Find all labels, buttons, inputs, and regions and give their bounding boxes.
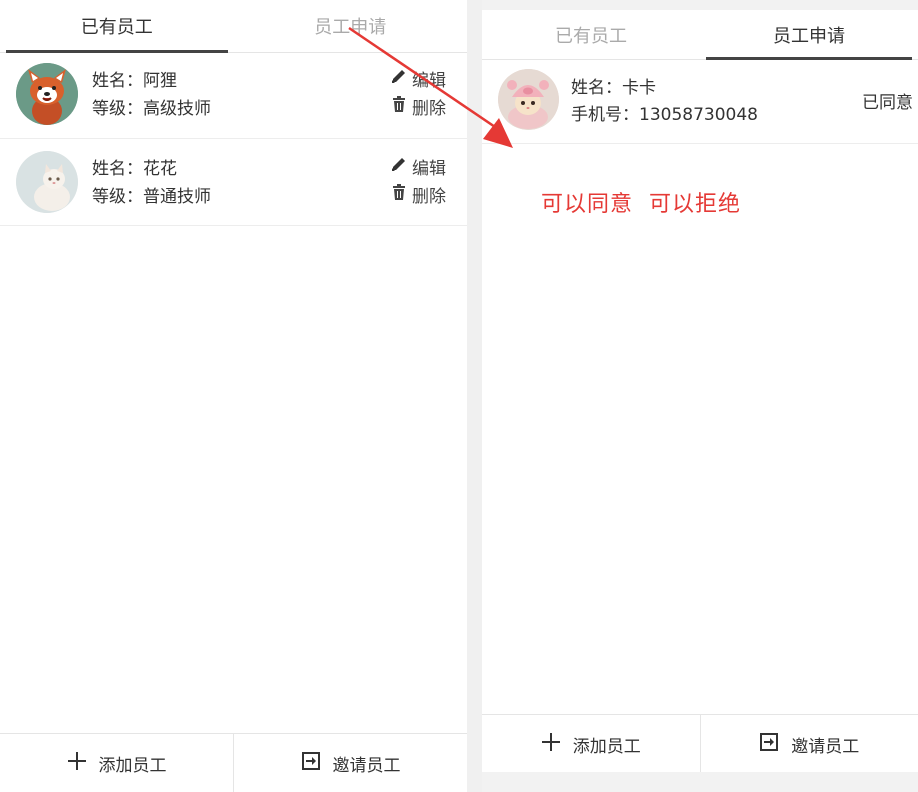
invite-icon xyxy=(301,751,321,776)
application-row[interactable]: 姓名：卡卡 手机号：13058730048 已同意 xyxy=(482,60,918,144)
pink-hat-cat-avatar xyxy=(498,69,559,130)
employee-name: 姓名：花花 xyxy=(92,159,177,179)
tab-employee-applications[interactable]: 员工申请 xyxy=(234,0,468,52)
invite-employee-label: 邀请员工 xyxy=(332,756,401,776)
bottom-action-bar: 添加员工 邀请员工 xyxy=(482,714,918,773)
edit-label: 编辑 xyxy=(412,71,446,91)
tab-bar: 已有员工 员工申请 xyxy=(0,0,467,53)
delete-button[interactable]: 删除 xyxy=(390,182,446,207)
add-employee-label: 添加员工 xyxy=(572,736,641,757)
tab-bar: 已有员工 员工申请 xyxy=(482,10,918,60)
invite-icon xyxy=(759,732,779,757)
employee-list-screen: 已有员工 员工申请 姓名：阿狸 等级：高级技师 编辑 删除 姓名：花花 等级：普… xyxy=(0,0,467,792)
delete-label: 删除 xyxy=(412,187,446,207)
edit-label: 编辑 xyxy=(412,159,446,179)
tab-existing-employees[interactable]: 已有员工 xyxy=(482,10,700,59)
edit-button[interactable]: 编辑 xyxy=(390,66,446,91)
delete-label: 删除 xyxy=(412,99,446,119)
add-employee-button[interactable]: 添加员工 xyxy=(0,734,233,792)
annotation-text: 可以同意 可以拒绝 xyxy=(541,192,741,217)
trash-icon xyxy=(390,183,408,206)
invite-employee-label: 邀请员工 xyxy=(791,736,860,757)
pencil-icon xyxy=(390,67,408,90)
status-strip xyxy=(482,0,918,10)
employee-level: 等级：普通技师 xyxy=(92,187,211,207)
employee-name: 姓名：阿狸 xyxy=(92,71,177,91)
edit-button[interactable]: 编辑 xyxy=(390,154,446,179)
applicant-name: 姓名：卡卡 xyxy=(571,78,656,98)
plus-icon xyxy=(67,751,87,776)
tab-employee-applications[interactable]: 员工申请 xyxy=(700,10,918,60)
bottom-action-bar: 添加员工 邀请员工 xyxy=(0,733,467,792)
employee-row[interactable]: 姓名：阿狸 等级：高级技师 编辑 删除 xyxy=(0,53,467,139)
add-employee-label: 添加员工 xyxy=(98,756,167,776)
status-badge: 已同意 xyxy=(862,93,913,113)
invite-employee-button[interactable]: 邀请员工 xyxy=(233,734,467,792)
plus-icon xyxy=(541,732,561,757)
employee-applications-screen: 已有员工 员工申请 姓名：卡卡 手机号：13058730048 已同意 可以同意… xyxy=(482,0,918,792)
add-employee-button[interactable]: 添加员工 xyxy=(482,715,700,773)
white-cat-avatar xyxy=(16,151,78,213)
tab-existing-employees[interactable]: 已有员工 xyxy=(0,0,234,53)
applicant-phone: 手机号：13058730048 xyxy=(571,105,758,125)
employee-row[interactable]: 姓名：花花 等级：普通技师 编辑 删除 xyxy=(0,139,467,226)
trash-icon xyxy=(390,95,408,118)
delete-button[interactable]: 删除 xyxy=(390,94,446,119)
employee-level: 等级：高级技师 xyxy=(92,99,211,119)
system-nav-bar xyxy=(482,772,918,792)
invite-employee-button[interactable]: 邀请员工 xyxy=(699,715,918,773)
pencil-icon xyxy=(390,155,408,178)
red-panda-avatar xyxy=(16,63,78,125)
